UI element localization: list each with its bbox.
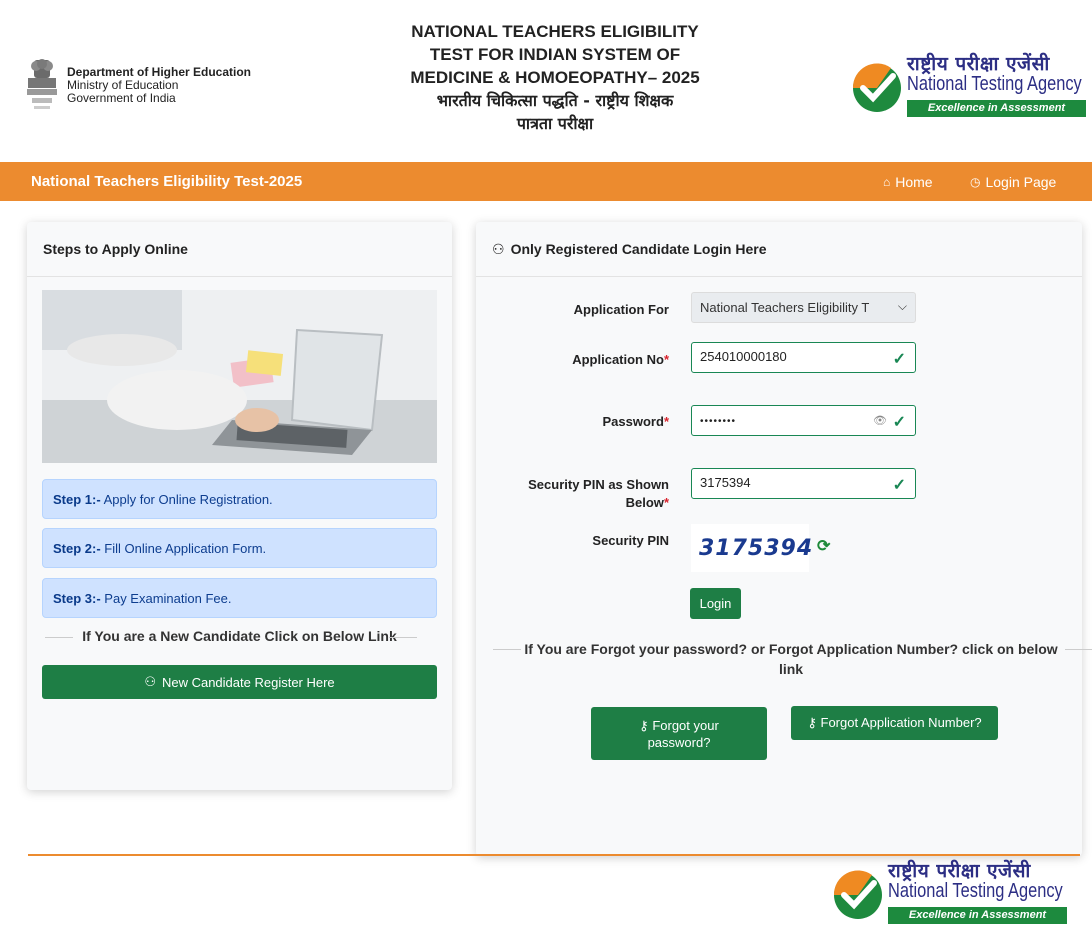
required-mark: * bbox=[663, 495, 669, 510]
nav-login-label: Login Page bbox=[985, 174, 1057, 190]
forgot-instructions-text: If You are Forgot your password? or Forg… bbox=[493, 639, 1092, 679]
laptop-illustration bbox=[42, 290, 437, 463]
nav-home-label: Home bbox=[895, 174, 933, 190]
application-for-label: Application For bbox=[573, 302, 669, 317]
login-card: ⚇ Only Registered Candidate Login Here A… bbox=[476, 222, 1092, 856]
step-3-text: Pay Examination Fee. bbox=[104, 591, 232, 606]
register-button-label: New Candidate Register Here bbox=[161, 674, 335, 690]
step-1-label: Step 1:- bbox=[53, 492, 101, 507]
department-block: Department of Higher Education Ministry … bbox=[67, 66, 251, 105]
page-title: NATIONAL TEACHERS ELIGIBILITY TEST FOR I… bbox=[355, 20, 755, 135]
title-line-2: TEST FOR INDIAN SYSTEM OF bbox=[429, 45, 681, 64]
forgot-password-button[interactable]: ⚷ Forgot your password? bbox=[591, 707, 767, 760]
steps-card: Steps to Apply Online Step 1:- Apply for… bbox=[27, 222, 452, 790]
step-3: Step 3:- Pay Examination Fee. bbox=[42, 578, 437, 618]
step-2: Step 2:- Fill Online Application Form. bbox=[42, 528, 437, 568]
valid-check-icon: ✓ bbox=[892, 414, 906, 431]
title-line-1: NATIONAL TEACHERS ELIGIBILITY bbox=[411, 22, 699, 41]
step-2-text: Fill Online Application Form. bbox=[104, 541, 267, 556]
login-card-heading: ⚇ Only Registered Candidate Login Here bbox=[476, 222, 1082, 277]
title-line-4-hindi: भारतीय चिकित्सा पद्धति - राष्ट्रीय शिक्ष… bbox=[436, 91, 674, 110]
forgot-app-label: Forgot Application Number? bbox=[820, 715, 982, 730]
application-no-value: 254010000180 bbox=[700, 349, 787, 364]
captcha-label: Security PIN bbox=[592, 533, 669, 548]
top-navbar: National Teachers Eligibility Test-2025 … bbox=[0, 162, 1092, 201]
security-pin-label-line1: Security PIN as Shown bbox=[528, 477, 669, 492]
eye-slash-icon[interactable]: 👁 bbox=[873, 414, 887, 427]
nav-login-link[interactable]: ◷ Login Page bbox=[970, 174, 1056, 190]
user-icon: ⚇ bbox=[144, 674, 156, 689]
government-name: Government of India bbox=[67, 91, 176, 105]
security-pin-value: 3175394 bbox=[700, 475, 751, 490]
password-label: Password* bbox=[603, 414, 669, 429]
password-input[interactable]: •••••••• 👁 ✓ bbox=[691, 405, 916, 436]
navbar-title: National Teachers Eligibility Test-2025 bbox=[31, 173, 303, 190]
site-header: Department of Higher Education Ministry … bbox=[0, 0, 1092, 162]
valid-check-icon: ✓ bbox=[892, 351, 906, 368]
chevron-down-icon: ⌵ bbox=[897, 299, 907, 313]
nav-home-link[interactable]: ⌂ Home bbox=[883, 174, 933, 190]
forgot-application-number-button[interactable]: ⚷ Forgot Application Number? bbox=[791, 706, 998, 740]
security-pin-input-label: Security PIN as Shown Below* bbox=[528, 476, 669, 512]
user-icon: ⚇ bbox=[492, 240, 505, 257]
valid-check-icon: ✓ bbox=[892, 477, 906, 494]
title-line-3: MEDICINE & HOMOEOPATHY– 2025 bbox=[410, 68, 700, 87]
security-pin-label-line2: Below bbox=[625, 495, 664, 510]
application-no-label: Application No* bbox=[572, 352, 669, 367]
login-heading-text: Only Registered Candidate Login Here bbox=[510, 241, 767, 257]
key-icon: ⚷ bbox=[807, 715, 817, 730]
application-no-label-text: Application No bbox=[572, 352, 664, 367]
captcha-image: 3175394 bbox=[691, 524, 812, 572]
footer-nta-english-name: National Testing Agency bbox=[888, 880, 1063, 902]
login-button[interactable]: Login bbox=[690, 588, 741, 619]
password-label-text: Password bbox=[602, 414, 664, 429]
application-for-value: National Teachers Eligibility T bbox=[700, 300, 870, 315]
clock-icon: ◷ bbox=[970, 175, 981, 189]
application-no-input[interactable]: 254010000180 ✓ bbox=[691, 342, 916, 373]
title-line-5-hindi: पात्रता परीक्षा bbox=[516, 114, 594, 133]
steps-card-heading: Steps to Apply Online bbox=[27, 222, 452, 277]
footer-nta-logo: राष्ट्रीय परीक्षा एजेंसी National Testin… bbox=[832, 859, 1068, 931]
home-icon: ⌂ bbox=[883, 175, 891, 189]
refresh-captcha-icon[interactable]: ⟳ bbox=[817, 536, 833, 555]
key-icon: ⚷ bbox=[639, 717, 649, 733]
new-candidate-text: If You are a New Candidate Click on Belo… bbox=[42, 628, 437, 644]
forgot-password-label-1: Forgot your bbox=[652, 717, 719, 733]
nta-tagline: Excellence in Assessment bbox=[907, 100, 1086, 117]
password-value: •••••••• bbox=[700, 416, 737, 427]
new-candidate-register-button[interactable]: ⚇ New Candidate Register Here bbox=[42, 665, 437, 699]
nta-check-icon bbox=[833, 870, 882, 919]
step-2-label: Step 2:- bbox=[53, 541, 101, 556]
national-emblem-icon bbox=[27, 59, 57, 109]
laptop-hero-image bbox=[42, 290, 437, 463]
required-mark: * bbox=[663, 352, 669, 367]
application-for-select[interactable]: National Teachers Eligibility T ⌵ bbox=[691, 292, 916, 323]
nta-logo: राष्ट्रीय परीक्षा एजेंसी National Testin… bbox=[851, 52, 1087, 124]
nta-check-icon bbox=[852, 63, 901, 112]
required-mark: * bbox=[663, 414, 669, 429]
footer-nta-tagline: Excellence in Assessment bbox=[888, 907, 1067, 924]
footer-divider bbox=[28, 854, 1080, 856]
step-3-label: Step 3:- bbox=[53, 591, 101, 606]
forgot-password-label-2: password? bbox=[647, 734, 711, 750]
step-1-text: Apply for Online Registration. bbox=[103, 492, 273, 507]
security-pin-input[interactable]: 3175394 ✓ bbox=[691, 468, 916, 499]
step-1: Step 1:- Apply for Online Registration. bbox=[42, 479, 437, 519]
nta-english-name: National Testing Agency bbox=[907, 73, 1082, 95]
